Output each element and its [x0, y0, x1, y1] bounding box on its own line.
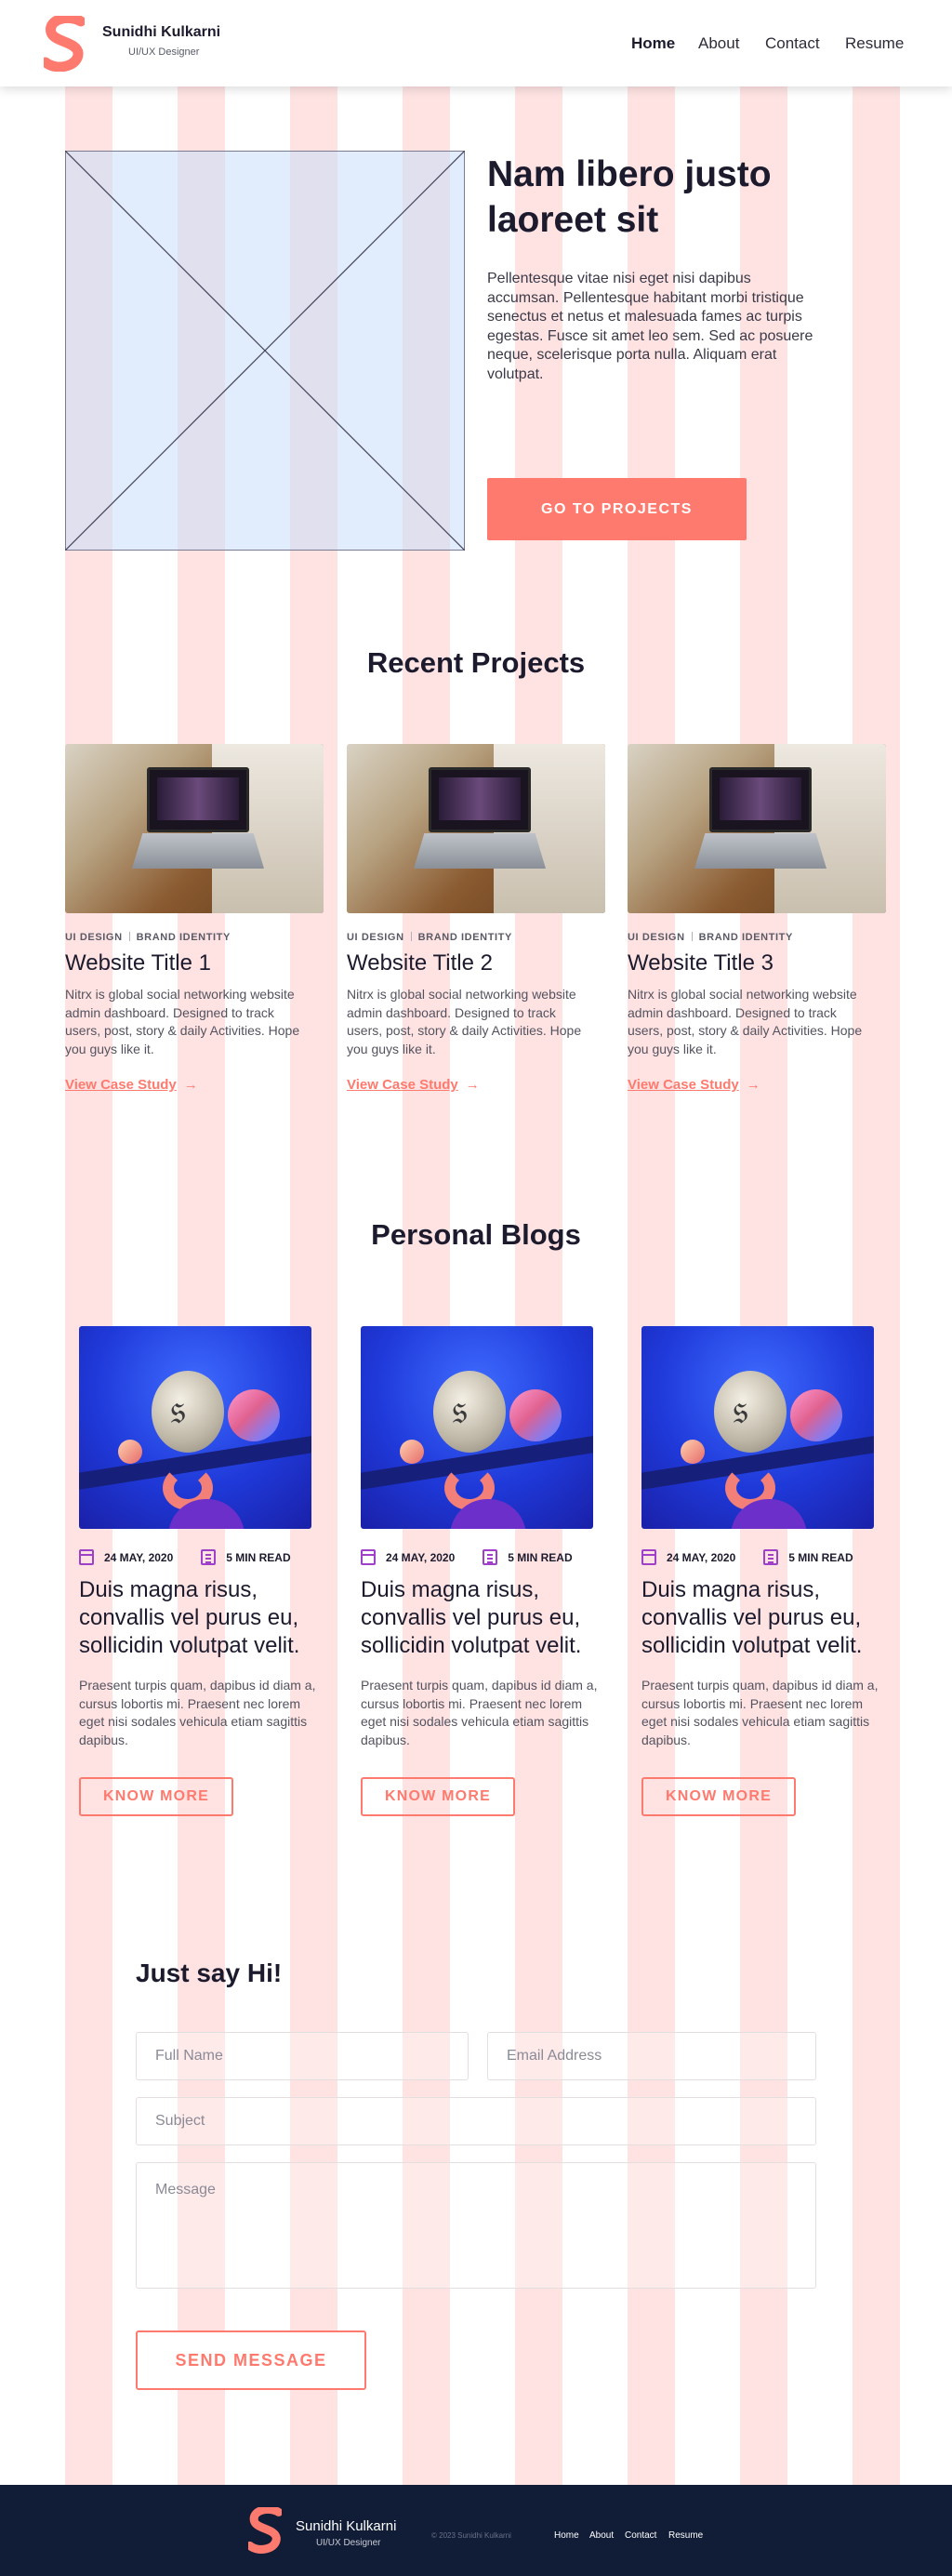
blog-date: 24 MAY, 2020 [104, 1550, 174, 1564]
subject-field[interactable] [136, 2097, 816, 2145]
project-description: Nitrx is global social networking websit… [347, 987, 582, 1056]
project-card: UI DESIGN BRAND IDENTITY Website Title 1 … [65, 744, 324, 1094]
calendar-icon [361, 1549, 376, 1565]
blog-date: 24 MAY, 2020 [667, 1550, 736, 1564]
tag-ui-design: UI DESIGN [628, 932, 685, 943]
project-tags: UI DESIGN BRAND IDENTITY [65, 932, 324, 943]
blog-description: Praesent turpis quam, dapibus id diam a,… [641, 1678, 879, 1747]
footer-nav-home[interactable]: Home [554, 2530, 579, 2541]
blog-description: Praesent turpis quam, dapibus id diam a,… [79, 1678, 316, 1747]
project-card: UI DESIGN BRAND IDENTITY Website Title 3 … [628, 744, 886, 1094]
nav-home[interactable]: Home [631, 34, 675, 53]
send-message-button[interactable]: SEND MESSAGE [136, 2330, 366, 2390]
project-title: Website Title 3 [628, 950, 774, 976]
view-case-study-link[interactable]: View Case Study → [65, 1077, 198, 1093]
arrow-right-icon: → [746, 1077, 760, 1093]
blog-title: Duis magna risus, convallis vel purus eu… [361, 1577, 582, 1658]
project-title: Website Title 2 [347, 950, 493, 976]
tag-ui-design: UI DESIGN [65, 932, 123, 943]
footer-nav-contact[interactable]: Contact [625, 2530, 656, 2541]
project-tags: UI DESIGN BRAND IDENTITY [347, 932, 605, 943]
site-header: Sunidhi Kulkarni UI/UX Designer Home Abo… [0, 0, 952, 86]
contact-title: Just say Hi! [136, 1959, 283, 1987]
arrow-right-icon: → [465, 1077, 480, 1093]
personal-blogs-title: Personal Blogs [371, 1218, 581, 1251]
know-more-button[interactable]: KNOW MORE [361, 1777, 515, 1816]
nav-resume[interactable]: Resume [845, 34, 904, 53]
nav-about[interactable]: About [698, 34, 739, 53]
logo-icon[interactable] [44, 16, 85, 72]
blog-title: Duis magna risus, convallis vel purus eu… [79, 1577, 300, 1658]
blog-read-time: 5 MIN READ [788, 1550, 853, 1564]
hero-text: Pellentesque vitae nisi eget nisi dapibu… [487, 271, 813, 382]
view-case-study-link[interactable]: View Case Study → [628, 1077, 760, 1093]
blog-title: Duis magna risus, convallis vel purus eu… [641, 1577, 863, 1658]
tag-brand-identity: BRAND IDENTITY [698, 932, 793, 943]
calendar-icon [641, 1549, 656, 1565]
arrow-right-icon: → [183, 1077, 198, 1093]
blog-card: 𝔰 24 MAY, 2020 5 MIN READ Duis magna risu… [361, 1326, 602, 1816]
blog-card: 𝔰 24 MAY, 2020 5 MIN READ Duis magna risu… [79, 1326, 321, 1816]
blog-read-time: 5 MIN READ [508, 1550, 573, 1564]
blog-meta: 24 MAY, 2020 5 MIN READ [79, 1549, 321, 1565]
footer-brand-name: Sunidhi Kulkarni [296, 2518, 397, 2534]
blog-meta: 24 MAY, 2020 5 MIN READ [641, 1549, 883, 1565]
project-thumbnail[interactable] [628, 744, 886, 913]
footer-copyright: © 2023 Sunidhi Kulkarni [431, 2531, 511, 2540]
email-field[interactable] [487, 2032, 816, 2080]
know-more-button[interactable]: KNOW MORE [79, 1777, 233, 1816]
calendar-icon [79, 1549, 94, 1565]
project-description: Nitrx is global social networking websit… [65, 987, 300, 1056]
go-to-projects-button[interactable]: GO TO PROJECTS [487, 478, 747, 540]
blog-thumbnail[interactable]: 𝔰 [641, 1326, 874, 1529]
full-name-field[interactable] [136, 2032, 469, 2080]
project-title: Website Title 1 [65, 950, 211, 976]
nav-contact[interactable]: Contact [765, 34, 820, 53]
project-thumbnail[interactable] [65, 744, 324, 913]
project-card: UI DESIGN BRAND IDENTITY Website Title 2 … [347, 744, 605, 1094]
recent-projects-title: Recent Projects [366, 646, 586, 679]
project-thumbnail[interactable] [347, 744, 605, 913]
document-icon [763, 1549, 779, 1565]
blog-meta: 24 MAY, 2020 5 MIN READ [361, 1549, 602, 1565]
blog-description: Praesent turpis quam, dapibus id diam a,… [361, 1678, 598, 1747]
blog-thumbnail[interactable]: 𝔰 [79, 1326, 311, 1529]
tag-ui-design: UI DESIGN [347, 932, 404, 943]
brand-role: UI/UX Designer [128, 46, 200, 58]
footer-brand-role: UI/UX Designer [316, 2538, 381, 2548]
footer-nav-resume[interactable]: Resume [668, 2530, 703, 2541]
document-icon [483, 1549, 498, 1565]
blog-thumbnail[interactable]: 𝔰 [361, 1326, 593, 1529]
hero-title: Nam libero justo laoreet sit [487, 154, 772, 240]
view-case-study-link[interactable]: View Case Study → [347, 1077, 480, 1093]
tag-brand-identity: BRAND IDENTITY [417, 932, 512, 943]
message-field[interactable] [136, 2162, 816, 2289]
project-description: Nitrx is global social networking websit… [628, 987, 863, 1056]
blog-card: 𝔰 24 MAY, 2020 5 MIN READ Duis magna risu… [641, 1326, 883, 1816]
know-more-button[interactable]: KNOW MORE [641, 1777, 796, 1816]
blog-read-time: 5 MIN READ [226, 1550, 291, 1564]
tag-brand-identity: BRAND IDENTITY [136, 932, 231, 943]
footer-nav-about[interactable]: About [589, 2530, 614, 2541]
site-footer: Sunidhi Kulkarni UI/UX Designer © 2023 S… [0, 2485, 952, 2576]
footer-logo-icon[interactable] [248, 2507, 282, 2554]
brand-name: Sunidhi Kulkarni [102, 24, 221, 40]
image-placeholder-icon [65, 151, 465, 551]
blog-date: 24 MAY, 2020 [386, 1550, 456, 1564]
document-icon [201, 1549, 217, 1565]
project-tags: UI DESIGN BRAND IDENTITY [628, 932, 886, 943]
